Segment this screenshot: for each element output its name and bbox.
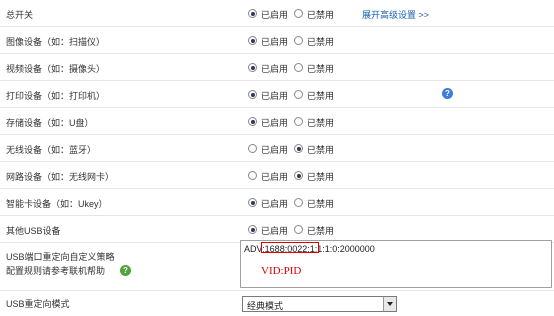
help-icon[interactable]: ? [120,265,131,276]
enabled-radio[interactable] [248,144,257,153]
row-label: 网路设备（如：无线网卡） [6,172,115,182]
disabled-radio[interactable] [294,117,303,126]
enabled-label: 已启用 [261,199,289,209]
enabled-label: 已启用 [261,145,289,155]
row-label: 打印设备（如：打印机） [6,91,106,101]
disabled-label: 已禁用 [307,91,335,101]
disabled-label: 已禁用 [307,10,335,20]
enabled-radio[interactable] [248,225,257,234]
row-label: 图像设备（如：扫描仪） [6,37,106,47]
chevron-down-icon[interactable] [383,297,396,311]
redirect-mode-select[interactable]: 经典模式 [242,296,397,312]
redirect-mode-label: USB重定向模式 [6,299,70,309]
disabled-radio[interactable] [294,63,303,72]
disabled-radio[interactable] [294,198,303,207]
row-label: 其他USB设备 [6,226,61,236]
setting-row-network-device: 网路设备（如：无线网卡） 已启用 已禁用 [0,162,554,189]
help-icon[interactable]: ? [442,88,453,99]
row-label: 智能卡设备（如：Ukey） [6,199,108,209]
disabled-radio[interactable] [294,171,303,180]
disabled-radio[interactable] [294,225,303,234]
disabled-label: 已禁用 [307,172,335,182]
redirect-rules-textarea[interactable]: ADV:1688:0022:1:1:1:0:2000000 VID:PID [240,240,552,288]
enabled-label: 已启用 [261,64,289,74]
redirect-policy-label: USB端口重定向自定义策略 [6,252,115,262]
setting-row-smartcard-device: 智能卡设备（如：Ukey） 已启用 已禁用 [0,189,554,216]
setting-row-master-switch: 总开关 已启用 已禁用 展开高级设置 >> [0,0,554,27]
enabled-label: 已启用 [261,118,289,128]
enabled-radio[interactable] [248,117,257,126]
enabled-radio[interactable] [248,198,257,207]
disabled-radio[interactable] [294,90,303,99]
disabled-label: 已禁用 [307,118,335,128]
row-label: 总开关 [6,10,34,20]
enabled-label: 已启用 [261,37,289,47]
redirect-help-text: 配置规则请参考联机帮助 [6,266,106,276]
enabled-radio[interactable] [248,36,257,45]
setting-row-video-device: 视频设备（如：摄像头） 已启用 已禁用 [0,54,554,81]
advanced-settings-link[interactable]: 展开高级设置 >> [362,8,429,21]
redirect-mode-value: 经典模式 [247,301,284,311]
disabled-label: 已禁用 [307,226,335,236]
disabled-label: 已禁用 [307,64,335,74]
enabled-radio[interactable] [248,9,257,18]
enabled-radio[interactable] [248,63,257,72]
disabled-radio[interactable] [294,36,303,45]
disabled-label: 已禁用 [307,37,335,47]
disabled-label: 已禁用 [307,199,335,209]
vid-pid-highlight-box [261,242,319,253]
setting-row-wireless-device: 无线设备（如：蓝牙） 已启用 已禁用 [0,135,554,162]
setting-row-print-device: 打印设备（如：打印机） 已启用 已禁用 ? [0,81,554,108]
enabled-radio[interactable] [248,171,257,180]
enabled-label: 已启用 [261,226,289,236]
disabled-radio[interactable] [294,9,303,18]
enabled-label: 已启用 [261,10,289,20]
setting-row-storage-device: 存储设备（如：U盘） 已启用 已禁用 [0,108,554,135]
enabled-radio[interactable] [248,90,257,99]
disabled-label: 已禁用 [307,145,335,155]
vid-pid-annotation: VID:PID [261,265,302,277]
enabled-label: 已启用 [261,172,289,182]
row-label: 视频设备（如：摄像头） [6,64,106,74]
setting-row-other-usb: 其他USB设备 已启用 已禁用 [0,216,554,243]
row-label: 存储设备（如：U盘） [6,118,94,128]
row-label: 无线设备（如：蓝牙） [6,145,97,155]
enabled-label: 已启用 [261,91,289,101]
disabled-radio[interactable] [294,144,303,153]
setting-row-image-device: 图像设备（如：扫描仪） 已启用 已禁用 [0,27,554,54]
